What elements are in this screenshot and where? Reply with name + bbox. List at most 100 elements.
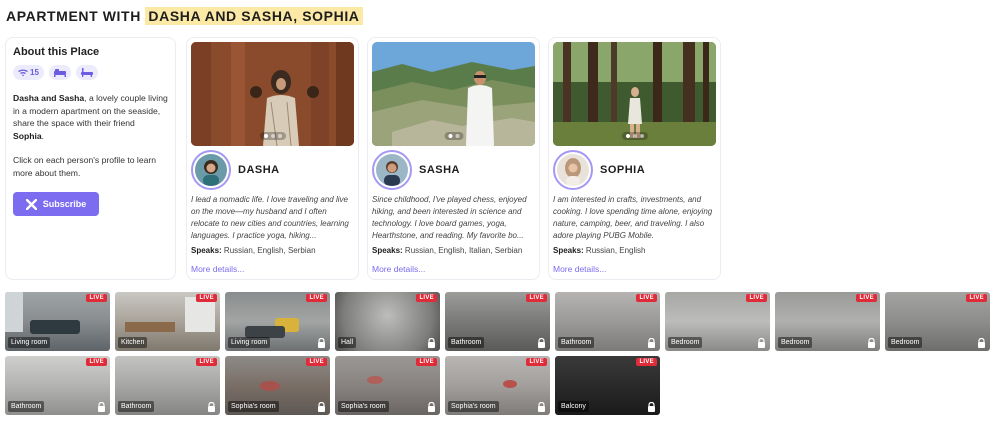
subscribe-button[interactable]: Subscribe — [13, 192, 99, 216]
profile-photo[interactable] — [372, 42, 535, 146]
room-tile[interactable]: LIVE Bedroom — [665, 292, 770, 351]
title-highlight: DASHA AND SASHA, SOPHIA — [145, 7, 363, 25]
lock-icon — [208, 402, 215, 412]
more-details-link[interactable]: More details... — [372, 264, 425, 274]
title-prefix: APARTMENT WITH — [6, 8, 141, 24]
room-label: Bedroom — [668, 337, 703, 348]
more-details-link[interactable]: More details... — [553, 264, 606, 274]
more-details-link[interactable]: More details... — [191, 264, 244, 274]
room-tile[interactable]: LIVE Balcony — [555, 356, 660, 415]
avatar[interactable] — [553, 150, 593, 190]
room-label: Bedroom — [778, 337, 813, 348]
wifi-value: 15 — [30, 68, 39, 77]
room-label: Bathroom — [8, 401, 45, 412]
lock-icon — [648, 402, 655, 412]
profile-name: DASHA — [238, 164, 280, 176]
about-heading: About this Place — [13, 46, 100, 58]
amenity-bath — [75, 65, 98, 80]
lock-icon — [538, 402, 545, 412]
room-tile[interactable]: LIVE Hall — [335, 292, 440, 351]
profile-languages: Speaks: Russian, English — [553, 246, 646, 255]
lock-icon — [868, 338, 875, 348]
avatar[interactable] — [372, 150, 412, 190]
lock-icon — [758, 338, 765, 348]
page-title: APARTMENT WITH DASHA AND SASHA, SOPHIA — [6, 7, 363, 25]
profile-bio: I am interested in crafts, investments, … — [553, 195, 713, 240]
room-label: Bathroom — [558, 337, 595, 348]
live-badge: LIVE — [966, 294, 987, 302]
live-badge: LIVE — [636, 294, 657, 302]
profile-name: SOPHIA — [600, 164, 646, 176]
photo-sophia — [553, 42, 716, 146]
live-badge: LIVE — [86, 294, 107, 302]
room-label: Living room — [228, 337, 271, 348]
room-label: Hall — [338, 337, 357, 348]
room-tile[interactable]: LIVE Living room — [225, 292, 330, 351]
profile-bio: I lead a nomadic life. I love traveling … — [191, 195, 349, 240]
profile-languages: Speaks: Russian, English, Serbian — [191, 246, 316, 255]
room-label: Sophia's room — [338, 401, 389, 412]
live-badge: LIVE — [636, 358, 657, 366]
profile-bio: Since childhood, I've played chess, enjo… — [372, 195, 527, 240]
wifi-icon — [18, 69, 28, 76]
live-badge: LIVE — [416, 358, 437, 366]
live-badge: LIVE — [196, 294, 217, 302]
room-label: Bedroom — [888, 337, 923, 348]
x-logo-icon — [25, 198, 37, 210]
room-label: Living room — [8, 337, 51, 348]
amenity-wifi: 15 — [13, 65, 44, 80]
room-tile[interactable]: LIVE Sophia's room — [445, 356, 550, 415]
photo-sasha — [372, 42, 535, 146]
live-badge: LIVE — [196, 358, 217, 366]
live-badge: LIVE — [526, 358, 547, 366]
room-tile[interactable]: LIVE Bathroom — [445, 292, 550, 351]
live-badge: LIVE — [86, 358, 107, 366]
lock-icon — [318, 338, 325, 348]
avatar[interactable] — [191, 150, 231, 190]
room-label: Bathroom — [118, 401, 155, 412]
live-badge: LIVE — [416, 294, 437, 302]
room-tile[interactable]: LIVE Bathroom — [5, 356, 110, 415]
live-badge: LIVE — [306, 358, 327, 366]
lock-icon — [428, 402, 435, 412]
about-description: Dasha and Sasha, a lovely couple living … — [13, 93, 168, 141]
room-label: Bathroom — [448, 337, 485, 348]
amenities-row: 15 — [13, 65, 168, 80]
lock-icon — [978, 338, 985, 348]
lock-icon — [98, 402, 105, 412]
room-tile[interactable]: LIVE Sophia's room — [225, 356, 330, 415]
room-tile[interactable]: LIVE Bedroom — [775, 292, 880, 351]
lock-icon — [538, 338, 545, 348]
room-tile[interactable]: LIVE Bathroom — [115, 356, 220, 415]
profile-card-sophia[interactable]: SOPHIA I am interested in crafts, invest… — [548, 37, 721, 280]
about-panel: About this Place 15 Dasha and Sasha, a l… — [5, 37, 176, 280]
profile-card-sasha[interactable]: SASHA Since childhood, I've played chess… — [367, 37, 540, 280]
carousel-dots[interactable] — [444, 132, 463, 140]
subscribe-label: Subscribe — [42, 199, 87, 209]
live-badge: LIVE — [856, 294, 877, 302]
lock-icon — [648, 338, 655, 348]
profile-card-dasha[interactable]: DASHA I lead a nomadic life. I love trav… — [186, 37, 359, 280]
bed-icon — [53, 68, 66, 77]
bathtub-icon — [80, 68, 93, 77]
about-hint: Click on each person's profile to learn … — [13, 155, 157, 178]
carousel-dots[interactable] — [621, 132, 648, 140]
room-tile[interactable]: LIVE Kitchen — [115, 292, 220, 351]
profile-name: SASHA — [419, 164, 461, 176]
room-tile[interactable]: LIVE Bathroom — [555, 292, 660, 351]
profile-photo[interactable] — [191, 42, 354, 146]
room-label: Sophia's room — [228, 401, 279, 412]
profile-languages: Speaks: Russian, English, Italian, Serbi… — [372, 246, 523, 255]
live-badge: LIVE — [746, 294, 767, 302]
room-tile[interactable]: LIVE Living room — [5, 292, 110, 351]
room-label: Kitchen — [118, 337, 148, 348]
live-badge: LIVE — [306, 294, 327, 302]
room-tile[interactable]: LIVE Sophia's room — [335, 356, 440, 415]
photo-dasha — [191, 42, 354, 146]
room-label: Balcony — [558, 401, 589, 412]
carousel-dots[interactable] — [259, 132, 286, 140]
lock-icon — [428, 338, 435, 348]
profile-photo[interactable] — [553, 42, 716, 146]
room-tile[interactable]: LIVE Bedroom — [885, 292, 990, 351]
live-badge: LIVE — [526, 294, 547, 302]
